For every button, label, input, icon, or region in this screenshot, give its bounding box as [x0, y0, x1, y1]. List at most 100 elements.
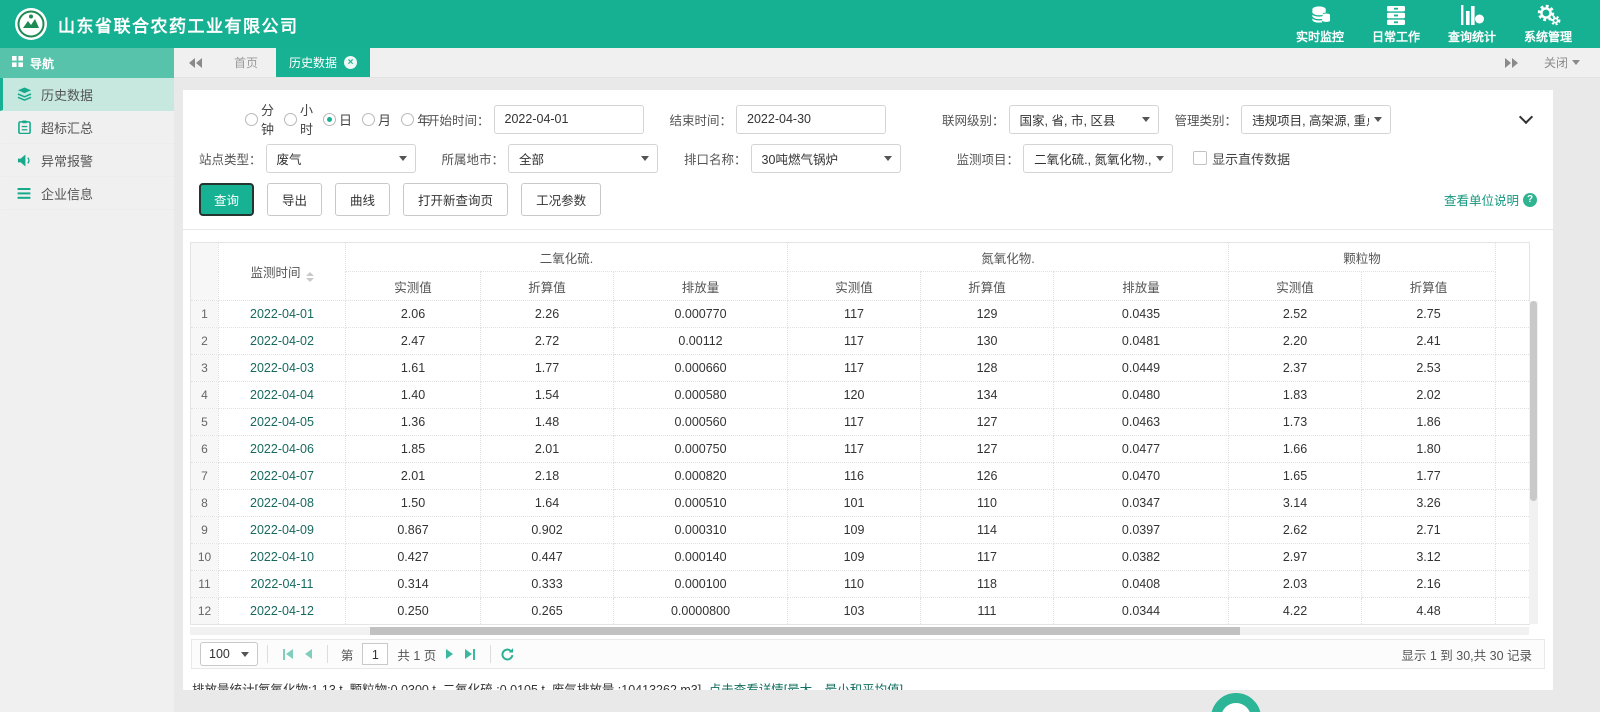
tab-history-data[interactable]: 历史数据 × — [276, 48, 371, 77]
nav-label: 实时监控 — [1295, 29, 1344, 44]
period-radio[interactable]: 小时 — [284, 100, 313, 138]
first-page-button[interactable] — [277, 648, 299, 660]
station-type-select[interactable]: 废气 — [265, 143, 416, 173]
period-radio[interactable]: 年 — [401, 110, 430, 129]
period-radio[interactable]: 分钟 — [245, 100, 274, 138]
manage-type-select[interactable]: 违规项目, 高架源, 重点排污 — [1241, 104, 1392, 134]
query-button[interactable]: 查询 — [199, 183, 255, 216]
tab-home[interactable]: 首页 — [216, 48, 276, 77]
value-cell: 1.65 — [1228, 462, 1363, 490]
table-row: 9 2022-04-09 0.867 0.902 0.000310 109 114 0.039… — [190, 516, 1531, 544]
tabs-scroll-left-icon[interactable] — [174, 48, 216, 77]
outlet-name-select[interactable]: 30吨燃气锅炉 — [750, 143, 901, 173]
nav-realtime-monitor[interactable]: 实时监控 — [1296, 4, 1344, 45]
monitor-items-select[interactable]: 二氧化硫., 氮氧化物., 颗粒 — [1023, 143, 1174, 173]
value-cell: 117 — [787, 408, 922, 436]
view-details-link[interactable]: 点击查看详情[最大、最小和平均值] — [709, 683, 903, 690]
monitor-date-link[interactable]: 2022-04-10 — [218, 543, 346, 571]
nav-query-statistics[interactable]: 查询统计 — [1448, 4, 1496, 45]
period-radio[interactable]: 月 — [362, 110, 391, 129]
next-page-button[interactable] — [440, 649, 459, 659]
vertical-scrollbar[interactable] — [1529, 301, 1538, 624]
chevron-down-icon — [398, 155, 407, 161]
empty-cell — [1495, 354, 1531, 382]
monitor-date-link[interactable]: 2022-04-02 — [218, 327, 346, 355]
value-cell: 109 — [787, 516, 922, 544]
grid-icon — [12, 56, 23, 70]
sidebar-item-enterprise-info[interactable]: 企业信息 — [0, 177, 174, 210]
nav-system-management[interactable]: 系统管理 — [1524, 4, 1572, 45]
start-time-input[interactable]: 2022-04-01 — [493, 104, 644, 134]
value-cell: 111 — [920, 597, 1055, 625]
monitor-date-link[interactable]: 2022-04-05 — [218, 408, 346, 436]
close-tabs-menu[interactable]: 关闭 — [1544, 54, 1580, 71]
question-mark-icon: ? — [1523, 192, 1537, 207]
end-time-input[interactable]: 2022-04-30 — [736, 104, 887, 134]
period-radio[interactable]: 日 — [323, 110, 352, 129]
database-icon — [1308, 4, 1332, 26]
value-cell: 127 — [920, 408, 1055, 436]
table-row: 3 2022-04-03 1.61 1.77 0.000660 117 128 0.0449 2… — [190, 354, 1531, 382]
sidebar-item-history-data[interactable]: 历史数据 — [0, 78, 174, 111]
monitor-date-link[interactable]: 2022-04-01 — [218, 300, 346, 328]
chevron-down-icon — [240, 651, 249, 657]
unit-description-link[interactable]: 查看单位说明 ? — [1444, 190, 1537, 209]
page-size-select[interactable]: 100 — [200, 642, 258, 666]
value-cell: 2.02 — [1361, 381, 1497, 409]
vertical-scrollbar-thumb[interactable] — [1530, 301, 1537, 502]
value-cell: 2.52 — [1228, 300, 1363, 328]
value-cell: 2.41 — [1361, 327, 1497, 355]
tabs-scroll-right-icon[interactable] — [1504, 57, 1518, 68]
chevron-down-icon — [641, 155, 650, 161]
current-page-input[interactable]: 1 — [362, 643, 389, 665]
select-value: 全部 — [519, 152, 545, 167]
value-cell: 0.000510 — [612, 489, 789, 517]
monitor-date-link[interactable]: 2022-04-06 — [218, 435, 346, 463]
value-cell: 1.66 — [1228, 435, 1363, 463]
corner-header-cell — [190, 242, 219, 301]
value-cell: 2.72 — [480, 327, 614, 355]
value-cell: 2.03 — [1228, 570, 1363, 598]
horizontal-scrollbar[interactable] — [190, 627, 1529, 635]
monitor-date-link[interactable]: 2022-04-11 — [218, 570, 346, 598]
prev-page-button[interactable] — [299, 649, 318, 659]
row-index: 9 — [190, 516, 219, 544]
refresh-icon[interactable] — [500, 647, 515, 662]
radio-icon — [284, 112, 298, 126]
export-button[interactable]: 导出 — [267, 183, 323, 216]
floating-button[interactable] — [1211, 693, 1261, 712]
value-cell: 116 — [787, 462, 922, 490]
monitor-date-link[interactable]: 2022-04-07 — [218, 462, 346, 490]
network-level-select[interactable]: 国家, 省, 市, 区县 — [1008, 104, 1159, 134]
period-radio-group: 分钟 小时 日 月 年 — [245, 100, 430, 138]
monitor-date-link[interactable]: 2022-04-09 — [218, 516, 346, 544]
last-page-button[interactable] — [459, 648, 481, 660]
value-cell: 110 — [787, 570, 922, 598]
tab-label: 首页 — [234, 56, 259, 70]
tab-close-icon[interactable]: × — [344, 56, 358, 69]
condition-params-button[interactable]: 工况参数 — [521, 183, 602, 216]
monitor-date-link[interactable]: 2022-04-04 — [218, 381, 346, 409]
direct-data-checkbox[interactable]: 显示直传数据 — [1193, 149, 1290, 168]
select-value: 国家, 省, 市, 区县 — [1019, 113, 1116, 128]
row-index: 2 — [190, 327, 219, 355]
city-select[interactable]: 全部 — [508, 143, 659, 173]
select-value: 30吨燃气锅炉 — [761, 152, 838, 167]
value-cell: 1.50 — [345, 489, 481, 517]
curve-button[interactable]: 曲线 — [335, 183, 391, 216]
monitor-time-header[interactable]: 监测时间 — [218, 242, 346, 301]
sidebar-item-exceed-summary[interactable]: 超标汇总 — [0, 111, 174, 144]
nav-daily-work[interactable]: 日常工作 — [1372, 4, 1420, 45]
sidebar-item-abnormal-alarm[interactable]: 异常报警 — [0, 144, 174, 177]
collapse-filters-icon[interactable] — [1518, 109, 1534, 125]
monitor-date-link[interactable]: 2022-04-12 — [218, 597, 346, 625]
value-cell: 0.314 — [345, 570, 481, 598]
status-bar: 排放量统计[氮氧化物:1.13 t, 颗粒物:0.0300 t, 二氧化硫.:0… — [183, 669, 1553, 690]
horizontal-scrollbar-thumb[interactable] — [370, 627, 1240, 635]
monitor-date-link[interactable]: 2022-04-03 — [218, 354, 346, 382]
open-new-query-button[interactable]: 打开新查询页 — [403, 183, 509, 216]
value-cell: 0.0435 — [1053, 300, 1230, 328]
monitor-date-link[interactable]: 2022-04-08 — [218, 489, 346, 517]
value-cell: 0.0000800 — [612, 597, 789, 625]
gears-icon — [1535, 4, 1561, 26]
